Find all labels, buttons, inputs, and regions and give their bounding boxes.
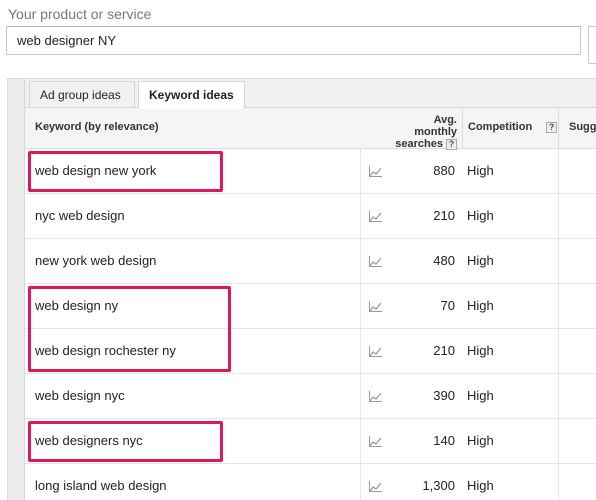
trend-chart-icon[interactable] (360, 239, 388, 284)
help-icon[interactable]: ? (546, 121, 558, 133)
searches-cell: 1,300 (422, 478, 455, 493)
keyword-cell[interactable]: web design nyc (25, 374, 360, 419)
trend-chart-icon[interactable] (360, 149, 388, 194)
competition-cell: High (467, 253, 494, 268)
keyword-cell[interactable]: web design new york (25, 149, 360, 194)
keyword-cell[interactable]: web design rochester ny (25, 329, 360, 374)
product-label: Your product or service (8, 6, 152, 22)
searches-cell: 390 (433, 388, 455, 403)
table-row[interactable]: web design rochester ny 210 High (25, 329, 596, 374)
competition-cell: High (467, 343, 494, 358)
table-row[interactable]: new york web design 480 High (25, 239, 596, 284)
table-row[interactable]: web design ny 70 High (25, 284, 596, 329)
table-row[interactable]: web design nyc 390 High (25, 374, 596, 419)
side-control[interactable] (588, 26, 596, 64)
tab-keyword-ideas[interactable]: Keyword ideas (138, 81, 245, 109)
trend-chart-icon[interactable] (360, 284, 388, 329)
table-row[interactable]: web designers nyc 140 High (25, 419, 596, 464)
competition-cell: High (467, 298, 494, 313)
competition-cell: High (467, 433, 494, 448)
header-suggested-bid[interactable]: Sugg (558, 108, 596, 149)
competition-cell: High (467, 478, 494, 493)
table-row[interactable]: nyc web design 210 High (25, 194, 596, 239)
trend-chart-icon[interactable] (360, 419, 388, 464)
header-competition[interactable]: Competition? (462, 108, 558, 149)
trend-chart-icon[interactable] (360, 374, 388, 419)
keyword-cell[interactable]: web designers nyc (25, 419, 360, 464)
competition-cell: High (467, 163, 494, 178)
help-icon[interactable]: ? (446, 138, 457, 150)
header-avg-monthly-searches[interactable]: Avg. monthly searches? (388, 108, 462, 150)
trend-chart-icon[interactable] (360, 329, 388, 374)
competition-cell: High (467, 208, 494, 223)
trend-chart-icon[interactable] (360, 194, 388, 239)
table-header: Keyword (by relevance) Avg. monthly sear… (25, 108, 596, 150)
searches-cell: 70 (440, 298, 455, 313)
keyword-cell[interactable]: long island web design (25, 464, 360, 500)
competition-cell: High (467, 388, 494, 403)
table-row[interactable]: web design new york 880 High (25, 149, 596, 194)
product-search-input[interactable] (6, 26, 581, 55)
searches-cell: 210 (433, 208, 455, 223)
header-competition-label: Competition (468, 121, 533, 133)
keyword-cell[interactable]: new york web design (25, 239, 360, 284)
searches-cell: 210 (433, 343, 455, 358)
keyword-cell[interactable]: web design ny (25, 284, 360, 329)
panel-side-strip (8, 79, 25, 500)
keyword-planner-panel: Ad group ideas Keyword ideas Keyword (by… (7, 78, 596, 500)
searches-cell: 140 (433, 433, 455, 448)
searches-cell: 880 (433, 163, 455, 178)
header-searches-line1: Avg. monthly (414, 114, 457, 138)
table-row[interactable]: long island web design 1,300 High (25, 464, 596, 500)
keyword-table: Keyword (by relevance) Avg. monthly sear… (25, 107, 596, 500)
keyword-cell[interactable]: nyc web design (25, 194, 360, 239)
header-keyword[interactable]: Keyword (by relevance) (25, 108, 360, 149)
tab-ad-group-ideas[interactable]: Ad group ideas (29, 81, 135, 108)
searches-cell: 480 (433, 253, 455, 268)
trend-chart-icon[interactable] (360, 464, 388, 500)
